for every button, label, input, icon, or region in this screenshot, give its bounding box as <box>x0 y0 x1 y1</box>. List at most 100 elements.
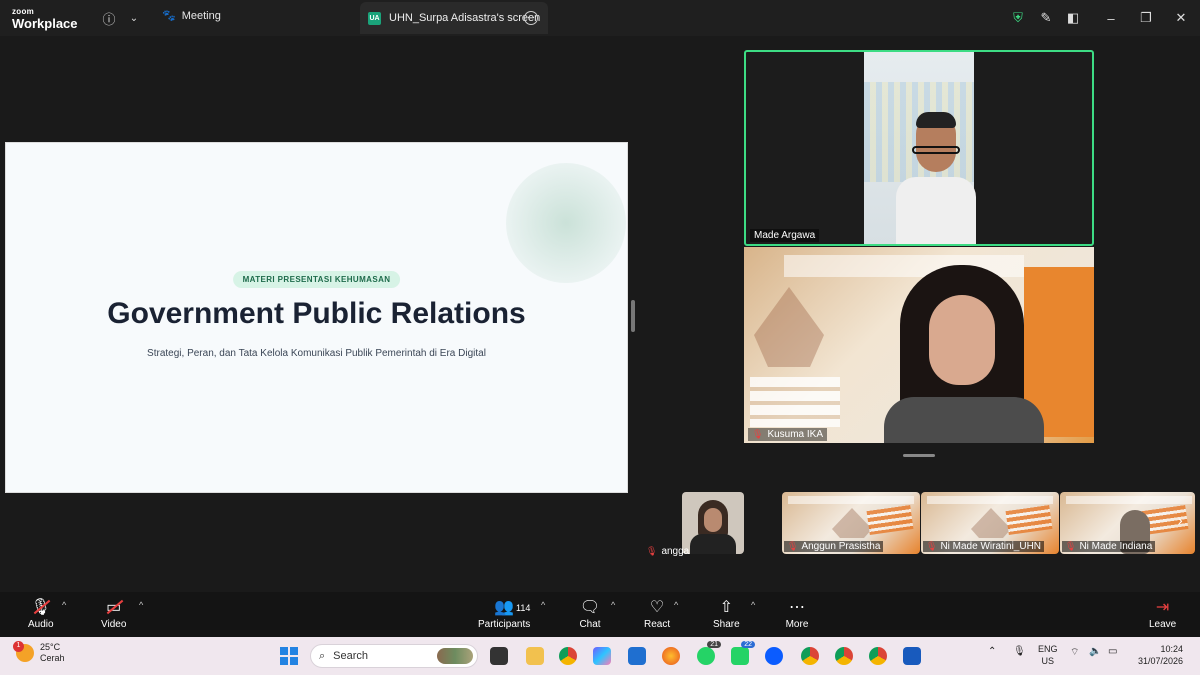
chat-label: Chat <box>579 619 601 630</box>
participant-glasses <box>912 146 960 154</box>
share-label: Share <box>713 619 740 630</box>
info-icon[interactable]: ⓘ <box>100 9 118 27</box>
poster-banner <box>788 496 914 504</box>
chrome-icon[interactable] <box>559 647 577 665</box>
more-button[interactable]: ⋯ More <box>785 597 809 630</box>
restore-button[interactable]: ❐ <box>1136 8 1156 28</box>
store-icon[interactable] <box>628 647 646 665</box>
thumbnail-anggun[interactable]: 🎙 Anggun Prasistha <box>782 492 920 554</box>
zoom-logo: zoom Workplace <box>12 7 78 31</box>
tab-shared-screen[interactable]: UA UHN_Surpa Adisastra's screen ··· <box>360 2 548 34</box>
search-placeholder: Search <box>333 650 369 662</box>
logo-line1: zoom <box>12 7 35 16</box>
slide-subtitle: Strategi, Peran, dan Tata Kelola Komunik… <box>147 348 486 359</box>
whatsapp-business-icon[interactable]: 22 <box>731 641 755 665</box>
meeting-controls: 🎙 Audio ^ ▭ Video ^ 👥 Participants 114 ^… <box>0 592 1200 637</box>
edit-icon[interactable]: ✎ <box>1036 8 1056 28</box>
more-label: More <box>785 619 809 630</box>
mic-muted-icon: 🎙 <box>646 546 658 556</box>
thumbnail-wiratini[interactable]: 🎙 Ni Made Wiratini_UHN <box>921 492 1059 554</box>
zoom-icon[interactable] <box>765 647 783 665</box>
poster-banner <box>1066 496 1192 504</box>
share-options-caret[interactable]: ^ <box>751 600 755 610</box>
slide-pill: MATERI PRESENTASI KEHUMASAN <box>232 271 401 288</box>
tab-meeting[interactable]: 🐾 Meeting <box>162 9 221 23</box>
video-tile-speaker[interactable]: Made Argawa <box>744 50 1094 246</box>
mic-muted-icon: 🎙 <box>787 541 799 551</box>
wifi-icon[interactable]: ⌔ <box>1070 646 1079 659</box>
shield-icon[interactable]: ⛨ <box>1008 8 1028 28</box>
mic-muted-icon: 🎙 <box>926 541 938 551</box>
thumbnail-angga[interactable] <box>682 492 744 554</box>
shared-slide: MATERI PRESENTASI KEHUMASAN Government P… <box>5 142 628 493</box>
word-icon[interactable] <box>903 647 921 665</box>
close-button[interactable]: ✕ <box>1171 8 1191 28</box>
thumbnail-indiana[interactable]: 🎙 Ni Made Indiana <box>1060 492 1195 554</box>
copilot-icon[interactable] <box>593 647 611 665</box>
title-bar: zoom Workplace ⓘ ⌄ 🐾 Meeting UA UHN_Surp… <box>0 0 1200 36</box>
split-handle[interactable] <box>631 300 635 332</box>
participants-icon: 👥 <box>494 599 515 616</box>
chrome-profile-icon[interactable] <box>801 647 819 665</box>
react-button[interactable]: ♡ React <box>644 597 670 630</box>
audio-button[interactable]: 🎙 Audio <box>28 597 54 630</box>
audio-options-caret[interactable]: ^ <box>62 600 66 610</box>
video-button[interactable]: ▭ Video <box>101 597 126 630</box>
participants-button[interactable]: 👥 Participants <box>478 597 530 630</box>
thumbnail-name-text: Ni Made Wiratini_UHN <box>940 541 1042 552</box>
leave-label: Leave <box>1149 619 1177 630</box>
search-icon: ⌕ <box>319 649 326 662</box>
start-button[interactable] <box>280 647 298 665</box>
camera-icon: ▭ <box>102 597 126 617</box>
firefox-icon[interactable] <box>662 647 680 665</box>
task-view-icon[interactable] <box>490 647 508 665</box>
gallery-scroll-handle[interactable] <box>903 454 935 457</box>
language-indicator[interactable]: ENG US <box>1038 644 1058 667</box>
share-badge: UA <box>368 11 381 25</box>
participants-label: Participants <box>478 619 531 630</box>
microphone-tray-icon[interactable]: 🎙 <box>1013 646 1026 657</box>
participants-count: 114 <box>516 603 531 613</box>
thumbnail-name-text: Anggun Prasistha <box>801 541 881 552</box>
battery-icon[interactable]: ▭ <box>1108 646 1117 657</box>
chevron-right-icon[interactable]: › <box>1178 512 1183 528</box>
share-tab-label: UHN_Surpa Adisastra's screen <box>389 12 541 24</box>
thumbnail-name: 🎙 angga <box>646 546 689 557</box>
layout-icon[interactable]: ◧ <box>1063 8 1083 28</box>
react-label: React <box>644 619 671 630</box>
video-tile-participant[interactable]: 🎙 Kusuma IKA <box>744 247 1094 443</box>
poster-banner <box>927 496 1053 504</box>
participant-body <box>884 397 1044 443</box>
leave-icon: ⇥ <box>1155 599 1170 616</box>
whatsapp-icon[interactable]: 21 <box>697 641 721 665</box>
chevron-up-icon[interactable]: ⌃ <box>988 646 996 657</box>
taskbar: 1 25°C Cerah ⌕ Search 21 22 ⌃ 🎙 ENG US ⌔… <box>0 637 1200 675</box>
minimize-button[interactable]: – <box>1101 8 1121 28</box>
participant-face <box>929 295 995 385</box>
more-options-icon[interactable]: ··· <box>524 11 538 25</box>
file-explorer-icon[interactable] <box>526 647 544 665</box>
share-button[interactable]: ⇧ Share <box>713 597 740 630</box>
react-options-caret[interactable]: ^ <box>674 600 678 610</box>
more-icon: ⋯ <box>789 599 805 616</box>
chevron-down-icon[interactable]: ⌄ <box>125 9 143 27</box>
leave-button[interactable]: ⇥ Leave <box>1149 597 1176 630</box>
weather-widget[interactable]: 1 25°C Cerah <box>13 641 65 665</box>
whatsapp-badge: 21 <box>707 641 721 648</box>
heart-icon: ♡ <box>649 599 665 616</box>
video-options-caret[interactable]: ^ <box>139 600 143 610</box>
paw-icon: 🐾 <box>162 10 176 22</box>
chrome-profile3-icon[interactable] <box>869 647 887 665</box>
volume-icon[interactable]: 🔈 <box>1089 646 1101 657</box>
taskbar-search[interactable]: ⌕ Search <box>310 644 478 668</box>
participants-options-caret[interactable]: ^ <box>541 600 545 610</box>
meeting-area: MATERI PRESENTASI KEHUMASAN Government P… <box>0 36 1200 592</box>
search-highlight-image <box>437 648 473 664</box>
chat-options-caret[interactable]: ^ <box>611 600 615 610</box>
thumbnail-name: 🎙 Anggun Prasistha <box>784 541 884 552</box>
clock[interactable]: 10:24 31/07/2026 <box>1138 644 1183 667</box>
chat-button[interactable]: 🗨 Chat <box>578 597 602 630</box>
chrome-profile2-icon[interactable] <box>835 647 853 665</box>
participant-name-text: Kusuma IKA <box>767 429 824 440</box>
clock-time: 10:24 <box>1160 644 1184 654</box>
